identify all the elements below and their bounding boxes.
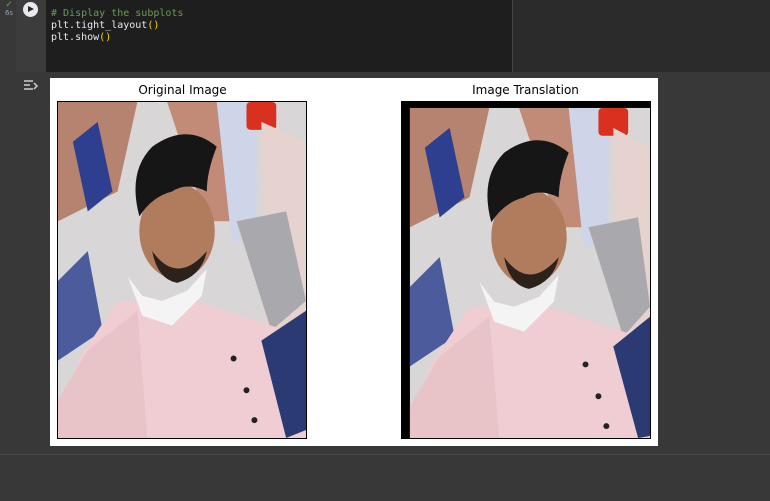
execution-status: ✓ 6s bbox=[2, 1, 16, 19]
check-icon: ✓ bbox=[5, 0, 13, 10]
axes-original bbox=[57, 101, 307, 439]
subplot-title-original: Original Image bbox=[138, 83, 227, 97]
code-comment: # Display the subplots bbox=[51, 8, 184, 19]
code-editor[interactable]: # Display the subplots plt.tight_layout(… bbox=[46, 0, 513, 72]
code-call-tight-layout: plt.tight_layout bbox=[51, 20, 148, 31]
original-photo bbox=[58, 102, 306, 438]
matplotlib-figure: Original Image Image Translation bbox=[50, 78, 658, 446]
subplot-title-translation: Image Translation bbox=[472, 83, 579, 97]
code-parens: () bbox=[99, 32, 112, 43]
code-parens: () bbox=[147, 20, 160, 31]
notebook-bottom-area bbox=[0, 454, 770, 501]
run-area bbox=[16, 0, 46, 72]
cell-gutter: ✓ 6s bbox=[0, 0, 16, 454]
execution-time: 6s bbox=[4, 9, 14, 17]
code-call-show: plt.show bbox=[51, 32, 100, 43]
axes-translation bbox=[401, 101, 651, 439]
code-lines: # Display the subplots plt.tight_layout(… bbox=[51, 8, 183, 44]
run-cell-button[interactable] bbox=[23, 2, 38, 17]
translated-photo bbox=[402, 102, 650, 438]
output-toggle-icon[interactable] bbox=[23, 78, 39, 92]
